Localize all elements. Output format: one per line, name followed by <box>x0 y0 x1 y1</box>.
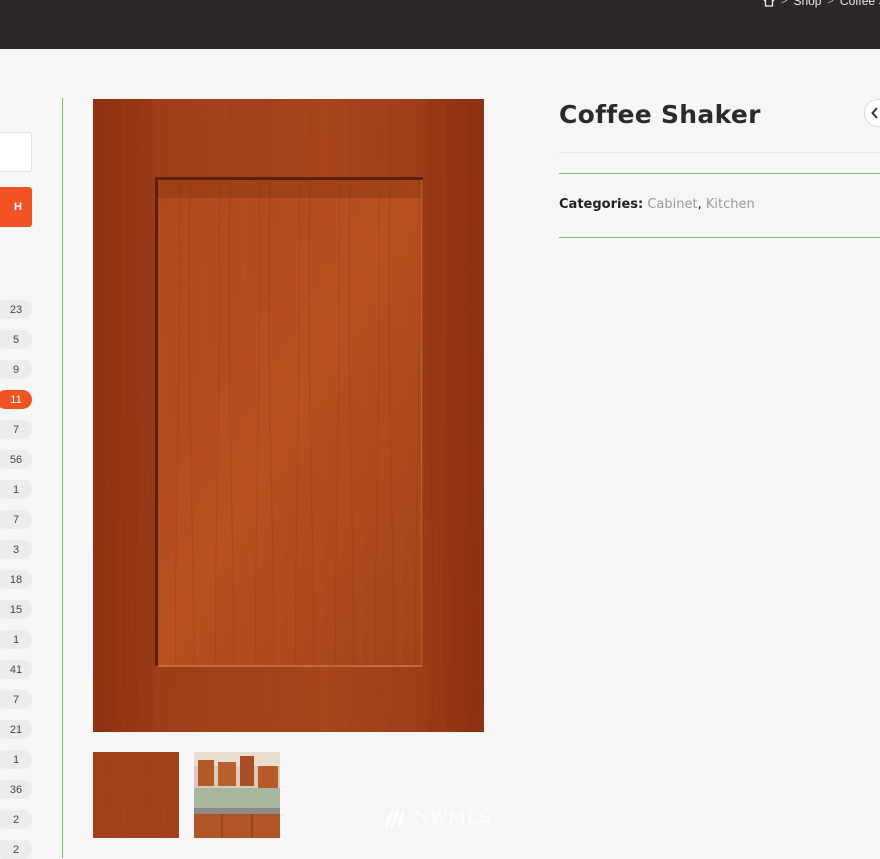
breadcrumb-separator: > <box>827 0 834 7</box>
search-button[interactable]: H <box>0 187 32 227</box>
category-count-badge[interactable]: 18 <box>0 570 32 589</box>
category-count-badge[interactable]: 7 <box>0 690 32 709</box>
category-count-badge[interactable]: 1 <box>0 750 32 769</box>
breadcrumb-item-shop[interactable]: Shop <box>793 0 821 8</box>
category-count-badge[interactable]: 21 <box>0 720 32 739</box>
chevron-left-icon <box>871 107 878 119</box>
category-count-badge[interactable]: 1 <box>0 630 32 649</box>
meta-top-divider <box>559 173 880 174</box>
category-count-badge[interactable]: 15 <box>0 600 32 619</box>
category-count-badge[interactable]: 36 <box>0 780 32 799</box>
category-count-badge[interactable]: 3 <box>0 540 32 559</box>
categories-label: Categories: <box>559 197 644 212</box>
category-count-badge[interactable]: 5 <box>0 330 32 349</box>
search-button-label: H <box>14 201 22 213</box>
category-link-cabinet[interactable]: Cabinet <box>647 197 697 212</box>
category-count-badge[interactable]: 1 <box>0 480 32 499</box>
category-count-badge[interactable]: 7 <box>0 420 32 439</box>
product-main-image[interactable] <box>93 99 484 732</box>
watermark-logo-icon <box>384 810 406 828</box>
product-title: Coffee Shaker <box>559 100 761 129</box>
category-count-badge[interactable]: 11 <box>0 390 32 409</box>
category-count-badge[interactable]: 2 <box>0 840 32 859</box>
meta-bottom-divider <box>559 237 880 238</box>
category-link-kitchen[interactable]: Kitchen <box>706 197 755 212</box>
category-count-badge[interactable]: 9 <box>0 360 32 379</box>
watermark: NWMLS <box>384 806 496 830</box>
home-icon[interactable] <box>763 0 775 7</box>
thumbnail-wood-door[interactable] <box>93 752 179 838</box>
previous-product-button[interactable] <box>864 99 880 127</box>
category-count-badge[interactable]: 7 <box>0 510 32 529</box>
product-categories: Categories: Cabinet, Kitchen <box>559 197 755 212</box>
breadcrumb-item-current: Coffee Shaker <box>839 0 880 8</box>
breadcrumb-separator: > <box>781 0 788 7</box>
thumbnail-kitchen[interactable] <box>194 752 280 838</box>
category-count-badge[interactable]: 2 <box>0 810 32 829</box>
category-separator: , <box>697 197 706 212</box>
search-input[interactable] <box>0 132 32 172</box>
watermark-text: NWMLS <box>414 808 492 828</box>
category-count-badge[interactable]: 56 <box>0 450 32 469</box>
title-divider <box>559 152 880 153</box>
category-count-badge[interactable]: 41 <box>0 660 32 679</box>
breadcrumb: > Shop > Coffee Shaker <box>763 0 880 8</box>
top-bar: > Shop > Coffee Shaker <box>0 0 880 49</box>
sidebar-divider <box>62 98 63 858</box>
category-count-badge[interactable]: 23 <box>0 300 32 319</box>
